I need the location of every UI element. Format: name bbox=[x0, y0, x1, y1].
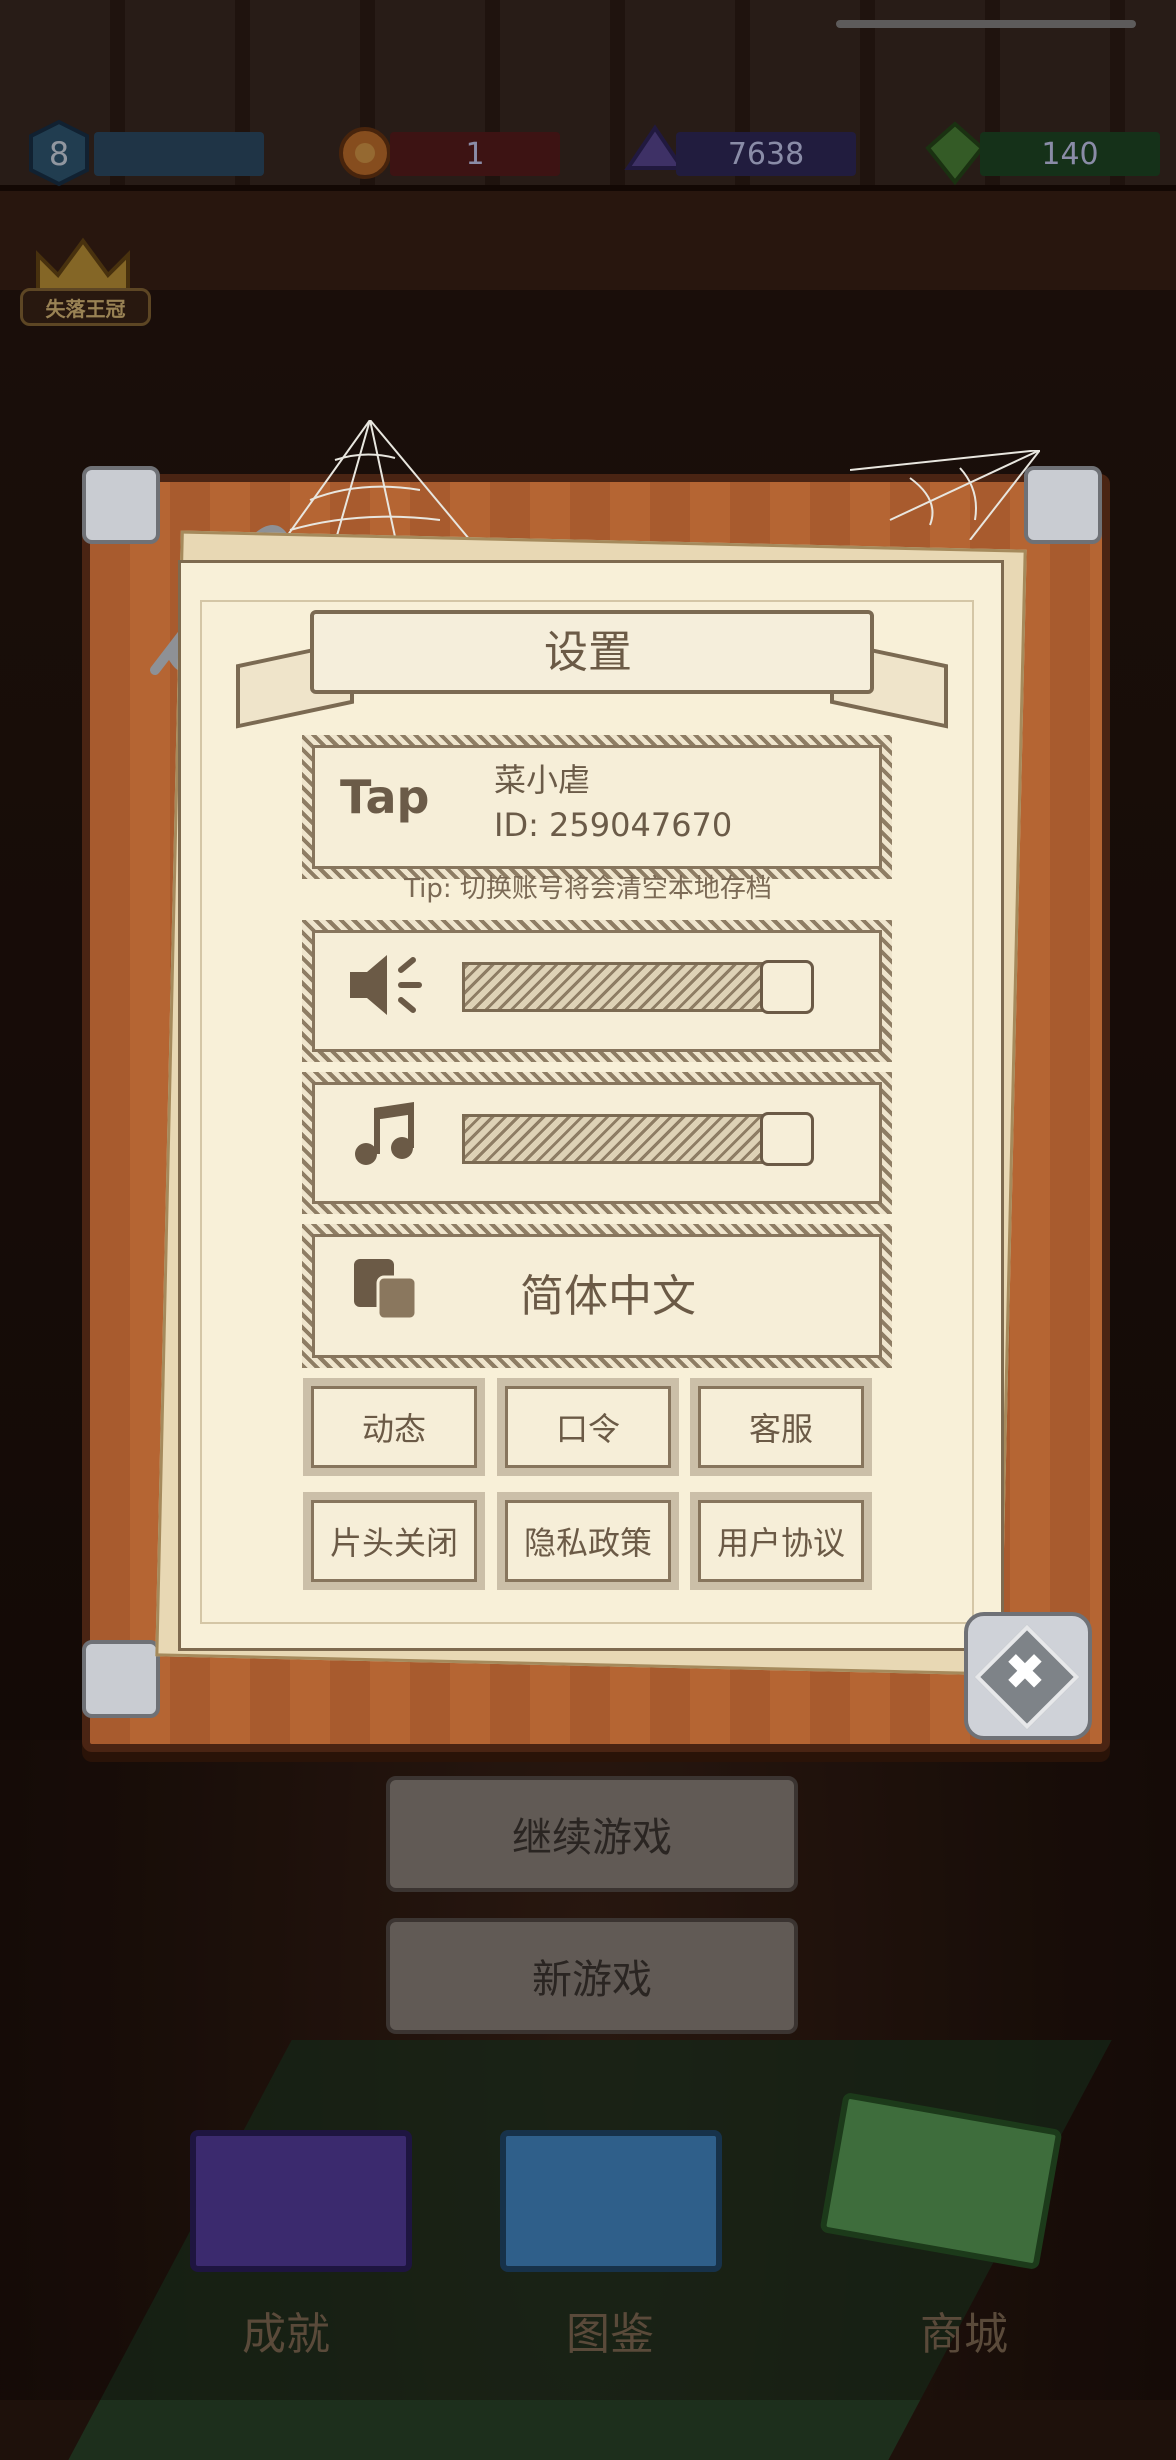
tap-logo: Tap bbox=[340, 770, 430, 824]
password-button[interactable]: 口令 bbox=[497, 1378, 679, 1476]
music-note-icon bbox=[355, 1102, 414, 1165]
continue-game-button[interactable]: 继续游戏 bbox=[386, 1776, 798, 1892]
level-value: 8 bbox=[48, 135, 70, 173]
corner-bracket bbox=[82, 1640, 160, 1718]
language-value: 简体中文 bbox=[520, 1271, 696, 1322]
support-button[interactable]: 客服 bbox=[690, 1378, 872, 1476]
translate-icon bbox=[354, 1259, 418, 1321]
achievements-label[interactable]: 成就 bbox=[186, 2298, 386, 2362]
username: 菜小虐 bbox=[494, 761, 591, 799]
shop-label[interactable]: 商城 bbox=[864, 2298, 1064, 2362]
new-game-button[interactable]: 新游戏 bbox=[386, 1918, 798, 2034]
sound-slider-knob[interactable] bbox=[760, 960, 814, 1014]
diamond-count: 140 bbox=[980, 132, 1160, 176]
spider-web-icon bbox=[850, 450, 1040, 540]
privacy-policy-button[interactable]: 隐私政策 bbox=[497, 1492, 679, 1590]
account-tip: Tip: 切换账号将会清空本地存档 bbox=[404, 874, 772, 904]
user-id: ID: 259047670 bbox=[494, 806, 733, 844]
user-agreement-button[interactable]: 用户协议 bbox=[690, 1492, 872, 1590]
ruby-count: 1 bbox=[390, 132, 560, 176]
intro-off-button[interactable]: 片头关闭 bbox=[303, 1492, 485, 1590]
settings-title: 设置 bbox=[544, 627, 632, 678]
music-slider[interactable] bbox=[462, 1114, 768, 1164]
achievements-book-icon[interactable] bbox=[190, 2130, 412, 2272]
sound-slider[interactable] bbox=[462, 962, 768, 1012]
close-icon[interactable]: ✖ bbox=[995, 1642, 1055, 1702]
level-bar bbox=[94, 132, 264, 176]
codex-label[interactable]: 图鉴 bbox=[510, 2298, 710, 2362]
speaker-icon bbox=[350, 955, 422, 1015]
dynamic-button[interactable]: 动态 bbox=[303, 1378, 485, 1476]
gem-count: 7638 bbox=[676, 132, 856, 176]
shelf-plank bbox=[0, 185, 1176, 297]
home-indicator bbox=[836, 20, 1136, 28]
lost-crown-label[interactable]: 失落王冠 bbox=[20, 288, 151, 326]
music-slider-knob[interactable] bbox=[760, 1112, 814, 1166]
codex-book-icon[interactable] bbox=[500, 2130, 722, 2272]
